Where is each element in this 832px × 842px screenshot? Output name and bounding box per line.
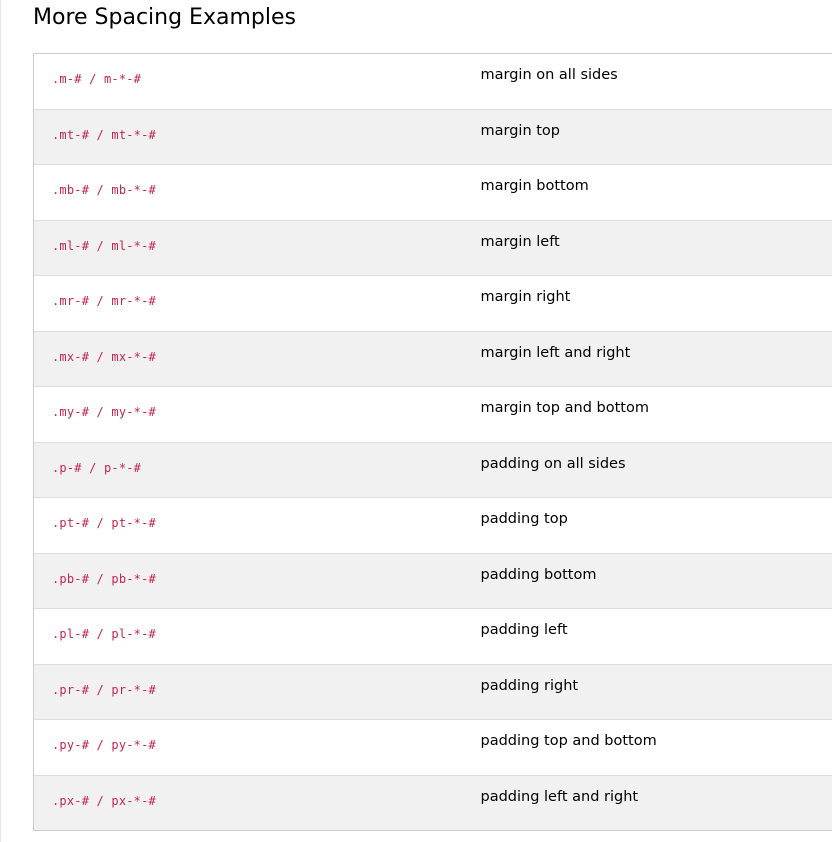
description-cell: padding left and right bbox=[463, 774, 832, 831]
class-cell: .pl-# / pl-*-# bbox=[33, 608, 464, 664]
spacing-table: .m-# / m-*-# margin on all sides .mt-# /… bbox=[33, 53, 832, 831]
description-cell: padding top bbox=[463, 497, 832, 553]
description-cell: margin top and bottom bbox=[463, 386, 832, 442]
table-row: .px-# / px-*-# padding left and right bbox=[33, 774, 832, 831]
section-title: More Spacing Examples bbox=[33, 5, 296, 30]
class-name: .px-# / px-*-# bbox=[52, 793, 156, 808]
class-cell: .mt-# / mt-*-# bbox=[33, 108, 464, 165]
table-row: .m-# / m-*-# margin on all sides bbox=[33, 53, 832, 109]
class-cell: .my-# / my-*-# bbox=[33, 386, 464, 442]
table-row: .mr-# / mr-*-# margin right bbox=[33, 275, 832, 331]
class-cell: .mr-# / mr-*-# bbox=[33, 275, 464, 331]
description-cell: padding left bbox=[463, 608, 832, 664]
description-cell: padding on all sides bbox=[463, 441, 832, 498]
class-name: .pt-# / pt-*-# bbox=[52, 516, 156, 530]
description-cell: margin top bbox=[463, 108, 832, 165]
class-name: .pr-# / pr-*-# bbox=[52, 682, 156, 697]
class-name: .py-# / py-*-# bbox=[52, 738, 156, 752]
class-name: .ml-# / ml-*-# bbox=[52, 238, 156, 253]
class-cell: .ml-# / ml-*-# bbox=[33, 219, 464, 276]
class-name: .m-# / m-*-# bbox=[52, 72, 142, 86]
class-cell: .pr-# / pr-*-# bbox=[33, 663, 464, 720]
class-cell: .px-# / px-*-# bbox=[33, 774, 464, 831]
class-cell: .m-# / m-*-# bbox=[33, 53, 464, 109]
class-cell: .p-# / p-*-# bbox=[33, 441, 464, 498]
class-name: .pl-# / pl-*-# bbox=[52, 627, 156, 641]
table-row: .py-# / py-*-# padding top and bottom bbox=[33, 719, 832, 775]
table-row: .pt-# / pt-*-# padding top bbox=[33, 497, 832, 553]
description-cell: padding right bbox=[463, 663, 832, 720]
table-row: .pb-# / pb-*-# padding bottom bbox=[33, 552, 832, 609]
spacing-table-container: .m-# / m-*-# margin on all sides .mt-# /… bbox=[33, 53, 832, 831]
class-cell: .pt-# / pt-*-# bbox=[33, 497, 464, 553]
table-row: .mx-# / mx-*-# margin left and right bbox=[33, 330, 832, 387]
description-cell: padding top and bottom bbox=[463, 719, 832, 775]
description-cell: margin left and right bbox=[463, 330, 832, 387]
class-name: .mt-# / mt-*-# bbox=[52, 127, 156, 142]
class-cell: .mb-# / mb-*-# bbox=[33, 164, 464, 220]
class-cell: .mx-# / mx-*-# bbox=[33, 330, 464, 387]
class-name: .pb-# / pb-*-# bbox=[52, 571, 156, 586]
description-cell: margin bottom bbox=[463, 164, 832, 220]
description-cell: margin right bbox=[463, 275, 832, 331]
page-left-border bbox=[0, 0, 1, 842]
table-row: .pl-# / pl-*-# padding left bbox=[33, 608, 832, 664]
class-name: .mx-# / mx-*-# bbox=[52, 349, 156, 364]
table-row: .mb-# / mb-*-# margin bottom bbox=[33, 164, 832, 220]
class-name: .mb-# / mb-*-# bbox=[52, 183, 156, 197]
table-row: .p-# / p-*-# padding on all sides bbox=[33, 441, 832, 498]
class-cell: .py-# / py-*-# bbox=[33, 719, 464, 775]
description-cell: margin on all sides bbox=[463, 53, 832, 109]
table-row: .my-# / my-*-# margin top and bottom bbox=[33, 386, 832, 442]
class-name: .p-# / p-*-# bbox=[52, 460, 142, 475]
table-row: .ml-# / ml-*-# margin left bbox=[33, 219, 832, 276]
description-cell: margin left bbox=[463, 219, 832, 276]
table-row: .mt-# / mt-*-# margin top bbox=[33, 108, 832, 165]
class-cell: .pb-# / pb-*-# bbox=[33, 552, 464, 609]
class-name: .my-# / my-*-# bbox=[52, 405, 156, 419]
class-name: .mr-# / mr-*-# bbox=[52, 294, 156, 308]
table-row: .pr-# / pr-*-# padding right bbox=[33, 663, 832, 720]
description-cell: padding bottom bbox=[463, 552, 832, 609]
